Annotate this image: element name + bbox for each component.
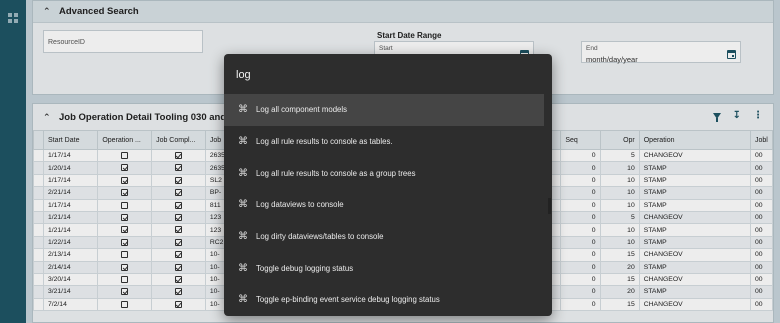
command-key-icon: ⌘ [238, 262, 248, 274]
command-key-icon: ⌘ [238, 199, 248, 211]
palette-scrollbar[interactable] [548, 198, 551, 214]
command-item[interactable]: ⌘ Log all rule results to console as a gr… [224, 157, 552, 189]
command-item[interactable]: ⌘ Toggle ep-binding event service debug l… [224, 284, 552, 316]
command-list: ⌘ Log all component models ⌘ Log all rule r… [224, 94, 552, 316]
command-label: Log all rule results to console as table… [256, 137, 393, 147]
command-label: Log dataviews to console [256, 200, 344, 210]
command-item[interactable]: ⌘ Toggle debug logging status [224, 252, 552, 284]
command-key-icon: ⌘ [238, 136, 248, 148]
command-item[interactable]: ⌘ Log dirty dataviews/tables to console [224, 221, 552, 253]
command-key-icon: ⌘ [238, 167, 248, 179]
command-search-input[interactable]: log [224, 54, 552, 94]
command-item[interactable]: ⌘ Log all component models [224, 94, 544, 126]
command-label: Toggle debug logging status [256, 263, 354, 273]
command-key-icon: ⌘ [238, 231, 248, 243]
command-palette: log ⌘ Log all component models ⌘ Log all ru… [224, 54, 552, 316]
command-key-icon: ⌘ [238, 294, 248, 306]
command-label: Log all component models [256, 105, 348, 115]
command-label: Log dirty dataviews/tables to console [256, 232, 384, 242]
command-item[interactable]: ⌘ Log all rule results to console as tabl… [224, 126, 552, 158]
command-item[interactable]: ⌘ Log dataviews to console [224, 189, 552, 221]
command-label: Toggle ep-binding event service debug lo… [256, 295, 440, 305]
command-key-icon: ⌘ [238, 104, 248, 116]
command-label: Log all rule results to console as a gro… [256, 168, 416, 178]
